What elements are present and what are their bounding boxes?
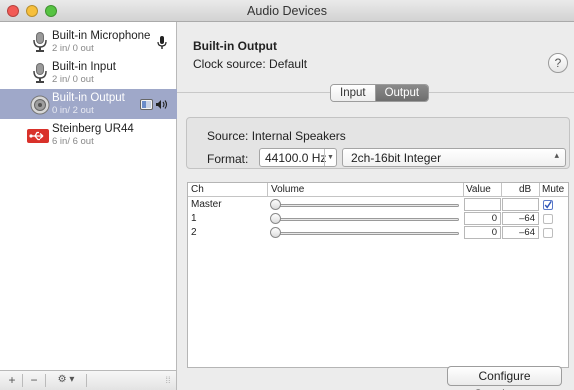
- column-header-volume: Volume: [271, 184, 305, 195]
- finder-badge-icon: [140, 99, 153, 110]
- format-panel: Source: Internal Speakers Format: 44100.…: [186, 117, 570, 169]
- column-header-mute: Mute: [542, 184, 565, 195]
- value-field[interactable]: 0: [464, 212, 501, 225]
- toolbar-divider: [86, 374, 87, 387]
- remove-device-button[interactable]: −: [26, 373, 42, 388]
- configure-speakers-button[interactable]: Configure Speakers...: [447, 366, 562, 390]
- device-io: 2 in/ 0 out: [52, 74, 94, 85]
- device-list: Built-in Microphone 2 in/ 0 out Built-in…: [0, 22, 177, 370]
- format-label: Format:: [207, 152, 249, 166]
- bit-format-value: 2ch-16bit Integer: [351, 151, 442, 165]
- microphone-icon: [33, 32, 47, 52]
- mute-checkbox[interactable]: [543, 214, 553, 224]
- device-item-built-in-microphone[interactable]: Built-in Microphone 2 in/ 0 out: [0, 27, 177, 57]
- column-divider: [539, 183, 540, 197]
- gear-menu-button[interactable]: ⚙ ▾: [50, 373, 82, 388]
- sample-rate-value: 44100.0 Hz: [265, 151, 327, 165]
- column-header-db: dB: [519, 184, 532, 195]
- device-item-built-in-input[interactable]: Built-in Input 2 in/ 0 out: [0, 58, 177, 88]
- volume-slider-knob[interactable]: [270, 227, 281, 238]
- volume-table: Ch Volume Value dB Mute Master 1 0 –64 2…: [187, 182, 569, 368]
- column-divider: [463, 183, 464, 197]
- chevron-down-icon[interactable]: ▼: [324, 149, 336, 166]
- device-io: 6 in/ 6 out: [52, 136, 94, 147]
- clock-source-value: Default: [269, 57, 308, 71]
- add-device-button[interactable]: +: [4, 373, 20, 388]
- channel-label: 2: [191, 227, 197, 238]
- column-divider: [267, 183, 268, 197]
- line-input-icon: [33, 63, 47, 83]
- device-name: Built-in Microphone: [52, 30, 151, 42]
- microphone-badge-icon: [157, 36, 167, 49]
- table-header: Ch Volume Value dB Mute: [188, 183, 568, 197]
- table-row: 2 0 –64: [188, 226, 568, 240]
- sample-rate-combobox[interactable]: 44100.0 Hz ▼: [259, 148, 337, 167]
- bit-format-select[interactable]: 2ch-16bit Integer ▴: [342, 148, 566, 167]
- device-name: Steinberg UR44: [52, 123, 134, 135]
- clock-source: Clock source: Default: [193, 57, 307, 71]
- db-field[interactable]: –64: [502, 226, 539, 239]
- volume-slider[interactable]: [272, 204, 459, 207]
- device-name: Built-in Output: [52, 92, 125, 104]
- mute-checkbox-checked[interactable]: [543, 200, 553, 210]
- column-divider: [501, 183, 502, 197]
- updown-arrows-icon: ▴: [554, 150, 559, 160]
- speaker-icon: [30, 95, 50, 115]
- io-tab-control: Input Output: [330, 84, 430, 102]
- tab-input[interactable]: Input: [331, 85, 376, 101]
- value-field[interactable]: [464, 198, 501, 211]
- table-row: 1 0 –64: [188, 212, 568, 226]
- volume-slider[interactable]: [272, 232, 459, 235]
- clock-source-label: Clock source:: [193, 57, 266, 71]
- channel-label: 1: [191, 213, 197, 224]
- tab-output[interactable]: Output: [375, 85, 429, 101]
- speaker-badge-icon: [156, 100, 168, 109]
- column-header-value: Value: [466, 184, 491, 195]
- value-field[interactable]: 0: [464, 226, 501, 239]
- source-row: Source: Internal Speakers: [207, 129, 346, 143]
- device-io: 0 in/ 2 out: [52, 105, 94, 116]
- volume-slider-knob[interactable]: [270, 199, 281, 210]
- device-detail-pane: Built-in Output Clock source: Default ? …: [177, 22, 574, 390]
- title-bar: Audio Devices: [0, 0, 574, 22]
- source-value: Internal Speakers: [251, 129, 346, 143]
- toolbar-divider: [22, 374, 23, 387]
- mute-checkbox[interactable]: [543, 228, 553, 238]
- volume-slider[interactable]: [272, 218, 459, 221]
- toolbar-divider: [45, 374, 46, 387]
- device-name: Built-in Input: [52, 61, 116, 73]
- volume-slider-knob[interactable]: [270, 213, 281, 224]
- column-header-ch: Ch: [191, 184, 204, 195]
- usb-icon: [27, 129, 49, 143]
- device-title: Built-in Output: [193, 39, 277, 53]
- device-item-built-in-output[interactable]: Built-in Output 0 in/ 2 out: [0, 89, 177, 119]
- table-row: Master: [188, 198, 568, 212]
- resize-handle[interactable]: ⁞⁞: [163, 373, 173, 388]
- window-title: Audio Devices: [247, 4, 327, 18]
- device-item-steinberg-ur44[interactable]: Steinberg UR44 6 in/ 6 out: [0, 120, 177, 150]
- db-field[interactable]: [502, 198, 539, 211]
- help-button[interactable]: ?: [548, 53, 568, 73]
- source-label: Source:: [207, 129, 249, 143]
- sidebar-toolbar: + − ⚙ ▾ ⁞⁞: [0, 370, 177, 390]
- channel-label: Master: [191, 199, 222, 210]
- db-field[interactable]: –64: [502, 212, 539, 225]
- device-io: 2 in/ 0 out: [52, 43, 94, 54]
